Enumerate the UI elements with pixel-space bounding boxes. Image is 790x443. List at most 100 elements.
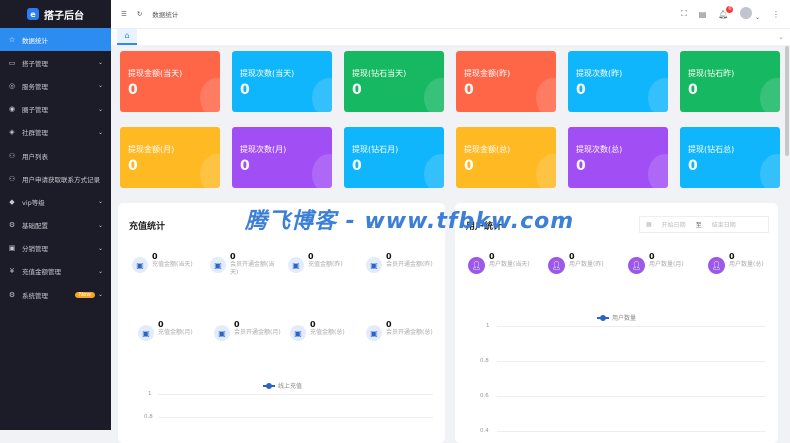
legend-marker-icon [597, 314, 609, 321]
recharge-stat: ▣ 0 会员开通金额(月) [214, 320, 289, 341]
stat-label: 充值金额(总) [310, 329, 345, 336]
card-label: 提现(钻石总) [688, 145, 735, 154]
sidebar-item[interactable]: ⚇ 用户申请获取联系方式记录 [0, 167, 111, 190]
sidebar-item[interactable]: ◆ vip等级 ⌄ [0, 190, 111, 213]
stat-label: 充值金额(月) [158, 329, 193, 336]
y-tick: 0.8 [480, 358, 489, 364]
stat-value: 0 [489, 252, 495, 261]
stat-text: 0 用户数量(总) [729, 252, 781, 274]
sidebar-item[interactable]: ◉ 圈子管理 ⌄ [0, 98, 111, 121]
stat-text: 0 会员开通金额(总) [386, 320, 438, 341]
gridline [497, 326, 766, 327]
card-label: 提现次数(总) [576, 145, 623, 154]
chevron-down-icon: ⌄ [97, 82, 103, 90]
avatar [740, 7, 753, 19]
stat-value: 0 [308, 252, 314, 261]
sidebar-item[interactable]: ¥ 充值金额管理 ⌄ [0, 260, 111, 283]
user-icon: 👤︎ [548, 257, 565, 274]
recharge-stat: ▣ 0 充值金额(总) [290, 320, 365, 341]
user-icon: 👤︎ [468, 257, 485, 274]
monitor-icon: ▣ [214, 325, 230, 341]
y-tick: 0.6 [480, 393, 489, 399]
breadcrumb: 数据统计 [152, 11, 179, 19]
sidebar-item[interactable]: ▣ 分销管理 ⌄ [0, 237, 111, 260]
recharge-title: 充值统计 [129, 222, 166, 232]
stat-label: 充值金额(当天) [152, 261, 193, 268]
sidebar-item-label: 用户列表 [22, 152, 48, 161]
sidebar-item[interactable]: ⚙ 系统管理 New ⌄ [0, 283, 111, 306]
monitor-icon: ▣ [288, 257, 304, 273]
card-label: 提现(钻石昨) [688, 69, 735, 78]
end-date-input[interactable]: 结束日期 [712, 220, 736, 229]
stat-label: 用户数量(月) [649, 261, 684, 268]
sidebar-item-label: 服务管理 [22, 82, 48, 91]
stat-card: 提现金额(月) 0 [120, 127, 220, 188]
user-menu[interactable]: ⌄ [740, 7, 760, 21]
scrollbar[interactable] [785, 46, 789, 156]
translate-icon[interactable]: ▤ [699, 10, 707, 19]
monitor-icon: ▣ [290, 325, 306, 341]
stat-value: 0 [310, 320, 316, 329]
card-label: 提现金额(昨) [464, 69, 511, 78]
stat-label: 会员开通金额(月) [234, 329, 281, 336]
sidebar-item[interactable]: ◈ 社群管理 ⌄ [0, 121, 111, 144]
sidebar-item-label: 社群管理 [22, 129, 48, 138]
sidebar-item[interactable]: ⚇ 用户列表 [0, 144, 111, 167]
tabs-chevron-down-icon[interactable]: ⌄ [778, 33, 784, 41]
stat-card: 提现(钻石月) 0 [344, 127, 444, 188]
bell-icon[interactable]: 🔔︎ 0 [718, 5, 734, 19]
menu-icon: ▭ [8, 58, 16, 67]
stat-value: 0 [386, 320, 392, 329]
y-tick: 1 [148, 391, 152, 397]
fullscreen-icon[interactable]: ⛶ [681, 9, 687, 19]
start-date-input[interactable]: 开始日期 [662, 220, 686, 229]
legend-label: 线上充值 [278, 383, 303, 390]
recharge-legend[interactable]: 线上充值 [263, 381, 302, 390]
sidebar-item-label: 充值金额管理 [22, 268, 61, 277]
legend-marker-icon [263, 382, 275, 389]
refresh-icon[interactable]: ↻ [137, 10, 142, 18]
sidebar-item[interactable]: ▭ 搭子管理 ⌄ [0, 51, 111, 74]
sidebar-item[interactable]: ◎ 服务管理 ⌄ [0, 74, 111, 97]
stat-text: 0 充值金额(当天) [152, 252, 204, 273]
tab-bar: ⌂ ⌄ [111, 28, 790, 45]
menu-icon: ⚇ [8, 151, 16, 160]
stat-text: 0 用户数量(昨) [569, 252, 621, 274]
stat-card: 提现(钻石总) 0 [680, 127, 780, 188]
app-title: 搭子后台 [44, 10, 84, 22]
card-label: 提现次数(月) [240, 145, 287, 154]
stat-label: 用户数量(昨) [569, 261, 604, 268]
card-label: 提现金额(总) [464, 145, 511, 154]
user-stat: 👤︎ 0 用户数量(昨) [548, 252, 623, 274]
stat-label: 会员开通金额(昨) [386, 261, 433, 268]
sidebar: e 搭子后台 ☆ 数据统计 ▭ 搭子管理 ⌄ ◎ 服务管理 ⌄ ◉ 圈子管理 ⌄ ◈ 社群管理 ⌄ ⚇ 用户列表… [0, 0, 111, 430]
calendar-icon: ▦ [646, 221, 652, 228]
user-legend[interactable]: 用户数量 [597, 313, 636, 322]
chevron-down-icon: ⌄ [97, 291, 103, 299]
sidebar-item-label: vip等级 [22, 198, 45, 207]
stat-label: 会员开通金额(总) [386, 329, 433, 336]
monitor-icon: ▣ [132, 257, 148, 273]
date-range-picker[interactable]: ▦ 开始日期 至 结束日期 [639, 216, 769, 233]
stat-card: 提现次数(总) 0 [568, 127, 668, 188]
tab-home[interactable]: ⌂ [117, 29, 137, 45]
sidebar-item-label: 分销管理 [22, 245, 48, 254]
sidebar-item[interactable]: ☆ 数据统计 [0, 28, 111, 52]
more-icon[interactable]: ⋮ [772, 10, 780, 19]
user-panel: 用户统计 ▦ 开始日期 至 结束日期 👤︎ 0 用户数量(当天) 👤︎ 0 用户数量(昨)… [455, 203, 778, 443]
chevron-down-icon: ⌄ [97, 267, 103, 275]
stat-value: 0 [569, 252, 575, 261]
chevron-down-icon: ⌄ [97, 128, 103, 136]
card-label: 提现金额(月) [128, 145, 175, 154]
chevron-down-icon: ⌄ [97, 198, 103, 206]
stat-label: 充值金额(昨) [308, 261, 343, 268]
stat-card: 提现次数(昨) 0 [568, 51, 668, 112]
stat-card: 提现金额(当天) 0 [120, 51, 220, 112]
chevron-down-icon: ⌄ [97, 59, 103, 67]
collapse-menu-icon[interactable]: ☰ [121, 10, 127, 18]
sidebar-item-label: 圈子管理 [22, 106, 48, 115]
menu-icon: ¥ [9, 267, 15, 276]
card-label: 提现(钻石月) [352, 145, 399, 154]
stat-text: 0 会员开通金额(月) [234, 320, 286, 341]
sidebar-item[interactable]: ⚙ 基础配置 ⌄ [0, 214, 111, 237]
